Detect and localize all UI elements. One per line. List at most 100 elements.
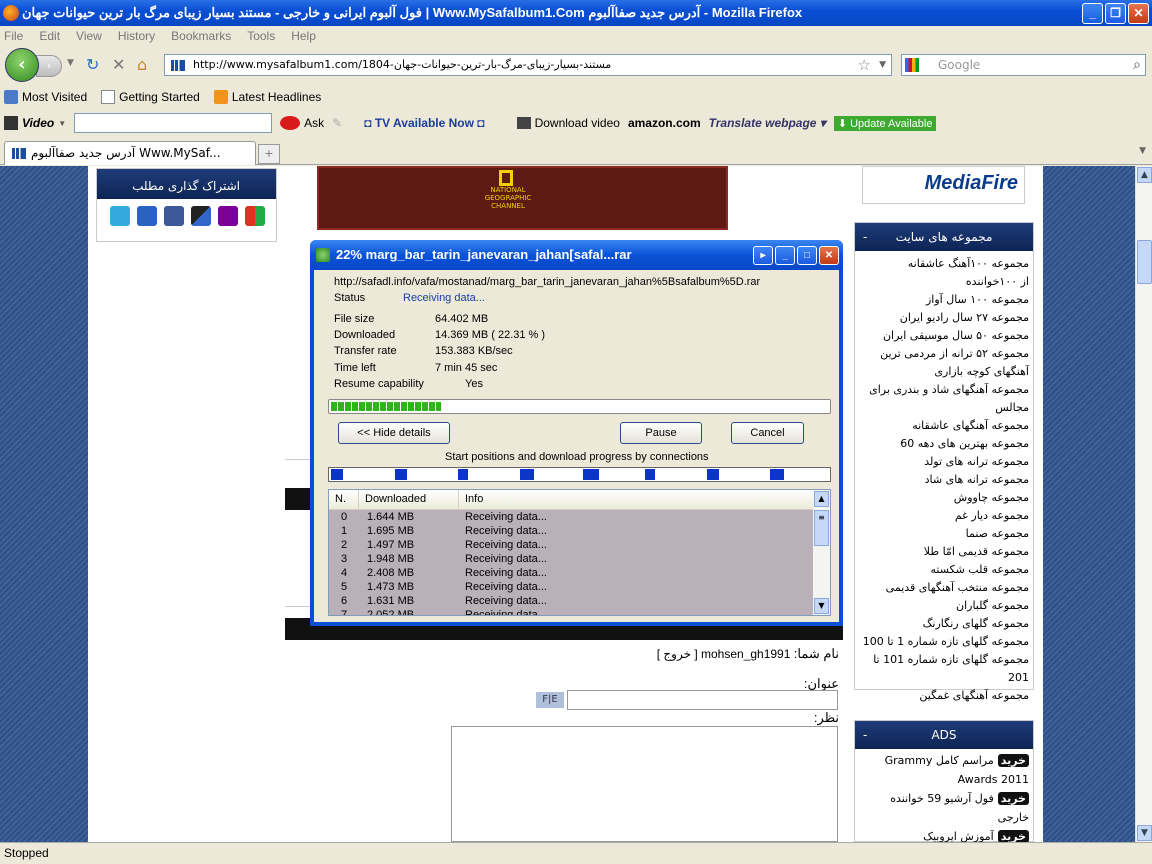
friendfeed-icon[interactable] xyxy=(137,206,157,226)
menu-help[interactable]: Help xyxy=(291,29,316,43)
list-scroll-up-icon[interactable]: ▲ xyxy=(814,491,829,507)
list-item[interactable]: مجموعه ۲۷ سال رادیو ایران xyxy=(859,309,1029,327)
translate-webpage[interactable]: Translate webpage ▾ xyxy=(709,116,826,130)
stop-icon[interactable]: ✕ xyxy=(112,55,125,74)
list-scroll-thumb[interactable]: ≡ xyxy=(814,510,829,546)
table-row[interactable]: 5 1.473 MB Receiving data... xyxy=(329,580,814,594)
list-item[interactable]: مجموعه آهنگهای عاشقانه xyxy=(859,417,1029,435)
scroll-thumb[interactable] xyxy=(1137,240,1152,284)
video-search-input[interactable] xyxy=(74,113,273,133)
ad-item[interactable]: خریدفول آرشیو 59 خواننده خارجی xyxy=(859,789,1029,827)
table-row[interactable]: 4 2.408 MB Receiving data... xyxy=(329,566,814,580)
scroll-up-icon[interactable]: ▲ xyxy=(1137,167,1152,183)
yahoo-icon[interactable] xyxy=(218,206,238,226)
ask-button[interactable]: Ask xyxy=(280,116,324,130)
dialog-minimize-button[interactable]: _ xyxy=(775,246,795,265)
list-item[interactable]: مجموعه گلهای رنگارنگ xyxy=(859,615,1029,633)
menu-history[interactable]: History xyxy=(118,29,155,43)
restore-button[interactable]: ❐ xyxy=(1105,3,1126,24)
table-row[interactable]: 1 1.695 MB Receiving data... xyxy=(329,524,814,538)
ad-item[interactable]: خریدآموزش ایروبیک xyxy=(859,827,1029,842)
menu-tools[interactable]: Tools xyxy=(247,29,275,43)
dialog-tray-button[interactable]: ▸ xyxy=(753,246,773,265)
video-thumbnail[interactable]: NATIONAL GEOGRAPHIC CHANNEL xyxy=(317,166,728,230)
hide-details-button[interactable]: << Hide details xyxy=(338,422,450,444)
table-row[interactable]: 0 1.644 MB Receiving data... xyxy=(329,510,814,524)
list-item[interactable]: مجموعه گلباران xyxy=(859,597,1029,615)
search-icon[interactable]: ⌕ xyxy=(1133,55,1141,75)
list-item[interactable]: مجموعه دیار غم xyxy=(859,507,1029,525)
bookmark-most-visited[interactable]: Most Visited xyxy=(4,90,87,104)
menu-bookmarks[interactable]: Bookmarks xyxy=(171,29,231,43)
minimize-button[interactable]: _ xyxy=(1082,3,1103,24)
close-button[interactable]: ✕ xyxy=(1128,3,1149,24)
list-item[interactable]: مجموعه ۵۰ سال موسیقی ایران xyxy=(859,327,1029,345)
forward-button[interactable]: › xyxy=(36,55,62,77)
dialog-close-button[interactable]: ✕ xyxy=(819,246,839,265)
menu-file[interactable]: File xyxy=(4,29,23,43)
table-row[interactable]: 3 1.948 MB Receiving data... xyxy=(329,552,814,566)
tab-active[interactable]: آدرس جدید صفاآلبوم Www.MySaf... xyxy=(4,141,256,165)
subject-input[interactable] xyxy=(567,690,838,710)
menu-edit[interactable]: Edit xyxy=(39,29,60,43)
list-item[interactable]: مجموعه گلهای تازه شماره 101 تا 201 xyxy=(859,651,1029,687)
bookmark-star-icon[interactable]: ☆ xyxy=(858,55,871,75)
pause-button[interactable]: Pause xyxy=(620,422,702,444)
update-available-button[interactable]: ⬇ Update Available xyxy=(833,115,937,131)
list-item[interactable]: مجموعه ترانه های تولد xyxy=(859,453,1029,471)
comment-textarea[interactable] xyxy=(451,726,838,842)
new-tab-button[interactable]: + xyxy=(258,144,280,164)
amazon-button[interactable]: amazon.com xyxy=(628,116,701,130)
list-item[interactable]: مجموعه قدیمی امّا طلا xyxy=(859,543,1029,561)
list-item[interactable]: مجموعه گلهای تازه شماره 1 تا 100 xyxy=(859,633,1029,651)
page-scrollbar[interactable]: ▲ ▼ xyxy=(1135,166,1152,842)
url-dropdown-icon[interactable]: ▼ xyxy=(879,55,886,75)
video-search[interactable]: Video ▼ xyxy=(4,116,66,130)
list-item[interactable]: مجموعه بهترین های دهه 60 xyxy=(859,435,1029,453)
list-scrollbar[interactable]: ▲ ≡ ▼ xyxy=(813,490,830,615)
bookmark-latest-headlines[interactable]: Latest Headlines xyxy=(213,90,321,104)
search-box[interactable]: Google ⌕ xyxy=(901,54,1146,76)
delicious-icon[interactable] xyxy=(191,206,211,226)
list-item[interactable]: مجموعه قلب شکسته xyxy=(859,561,1029,579)
list-item[interactable]: مجالس xyxy=(859,399,1029,417)
twitter-icon[interactable] xyxy=(110,206,130,226)
menu-view[interactable]: View xyxy=(76,29,102,43)
list-item[interactable]: مجموعه ۱۰۰آهنگ عاشقانه xyxy=(859,255,1029,273)
back-button[interactable]: ‹ xyxy=(5,48,39,82)
ad-item[interactable]: خریدمراسم کامل Grammy Awards 2011 xyxy=(859,751,1029,789)
reload-icon[interactable]: ↻ xyxy=(86,55,99,74)
list-item[interactable]: مجموعه چاووش xyxy=(859,489,1029,507)
col-info[interactable]: Info xyxy=(459,490,814,509)
mediafire-logo[interactable]: MediaFire xyxy=(862,166,1025,204)
list-item[interactable]: از ۱۰۰خواننده xyxy=(859,273,1029,291)
table-row[interactable]: 6 1.631 MB Receiving data... xyxy=(329,594,814,608)
google-icon[interactable] xyxy=(905,58,919,72)
table-row[interactable]: 7 2.052 MB Receiving data... xyxy=(329,608,814,615)
logout-link[interactable]: [ خروج ] xyxy=(657,647,698,661)
highlighter-icon[interactable]: ✎ xyxy=(332,116,342,130)
dialog-maximize-button[interactable]: □ xyxy=(797,246,817,265)
cancel-button[interactable]: Cancel xyxy=(731,422,804,444)
tab-list-icon[interactable]: ▼ xyxy=(1139,146,1146,156)
list-item[interactable]: مجموعه ۱۰۰ سال آواز xyxy=(859,291,1029,309)
list-item[interactable]: مجموعه آهنگهای غمگین xyxy=(859,687,1029,705)
facebook-icon[interactable] xyxy=(164,206,184,226)
fe-button[interactable]: F|E xyxy=(536,692,564,708)
list-item[interactable]: مجموعه منتخب آهنگهای قدیمی xyxy=(859,579,1029,597)
list-item[interactable]: آهنگهای کوچه بازاری xyxy=(859,363,1029,381)
list-item[interactable]: مجموعه ۵۲ ترانه از مردمی ترین xyxy=(859,345,1029,363)
bookmark-getting-started[interactable]: Getting Started xyxy=(101,90,200,104)
list-item[interactable]: مجموعه صنما xyxy=(859,525,1029,543)
list-item[interactable]: مجموعه آهنگهای شاد و بندری برای xyxy=(859,381,1029,399)
table-row[interactable]: 2 1.497 MB Receiving data... xyxy=(329,538,814,552)
col-downloaded[interactable]: Downloaded xyxy=(359,490,459,509)
download-video-button[interactable]: Download video xyxy=(516,116,620,130)
history-dropdown-icon[interactable]: ▼ xyxy=(67,58,74,68)
home-icon[interactable]: ⌂ xyxy=(137,55,147,74)
tv-available-now[interactable]: ◘ TV Available Now ◘ xyxy=(364,116,484,130)
list-item[interactable]: مجموعه ترانه های شاد xyxy=(859,471,1029,489)
scroll-down-icon[interactable]: ▼ xyxy=(1137,825,1152,841)
col-n[interactable]: N. xyxy=(329,490,359,509)
url-bar[interactable]: http://www.mysafalbum1.com/1804-مستند-بس… xyxy=(164,54,892,76)
